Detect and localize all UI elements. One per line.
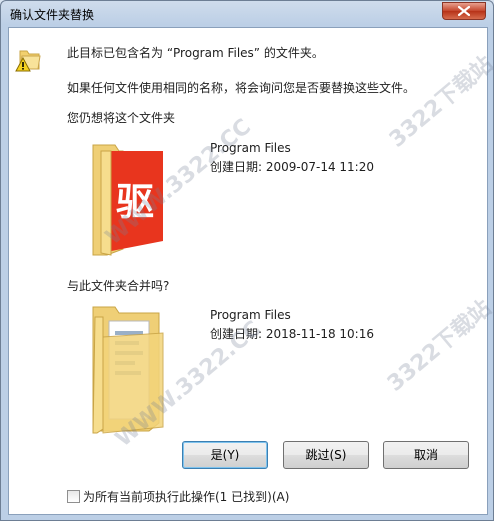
dialog-window: 确认文件夹替换 此目标已包含名为 “Program Files” 的文件夹。 如… [0,0,494,521]
question-merge-source: 您仍想将这个文件夹 [67,111,176,125]
cancel-button[interactable]: 取消 [383,441,469,469]
question-merge-target: 与此文件夹合并吗? [67,279,170,293]
window-title: 确认文件夹替换 [10,8,95,22]
yes-button[interactable]: 是(Y) [182,441,268,469]
skip-button[interactable]: 跳过(S) [283,441,369,469]
source-folder-date: 创建日期: 2009-07-14 11:20 [210,160,374,174]
apply-to-all-checkbox[interactable] [67,490,80,503]
message-line-1: 此目标已包含名为 “Program Files” 的文件夹。 [67,46,324,60]
close-button[interactable] [442,2,486,20]
warning-folder-icon [15,50,41,72]
title-bar[interactable]: 确认文件夹替换 [1,1,494,27]
apply-to-all-label[interactable]: 为所有当前项执行此操作(1 已找到)(A) [83,488,289,505]
close-icon [458,6,470,16]
message-line-2: 如果任何文件使用相同的名称，将会询问您是否要替换这些文件。 [67,81,416,95]
